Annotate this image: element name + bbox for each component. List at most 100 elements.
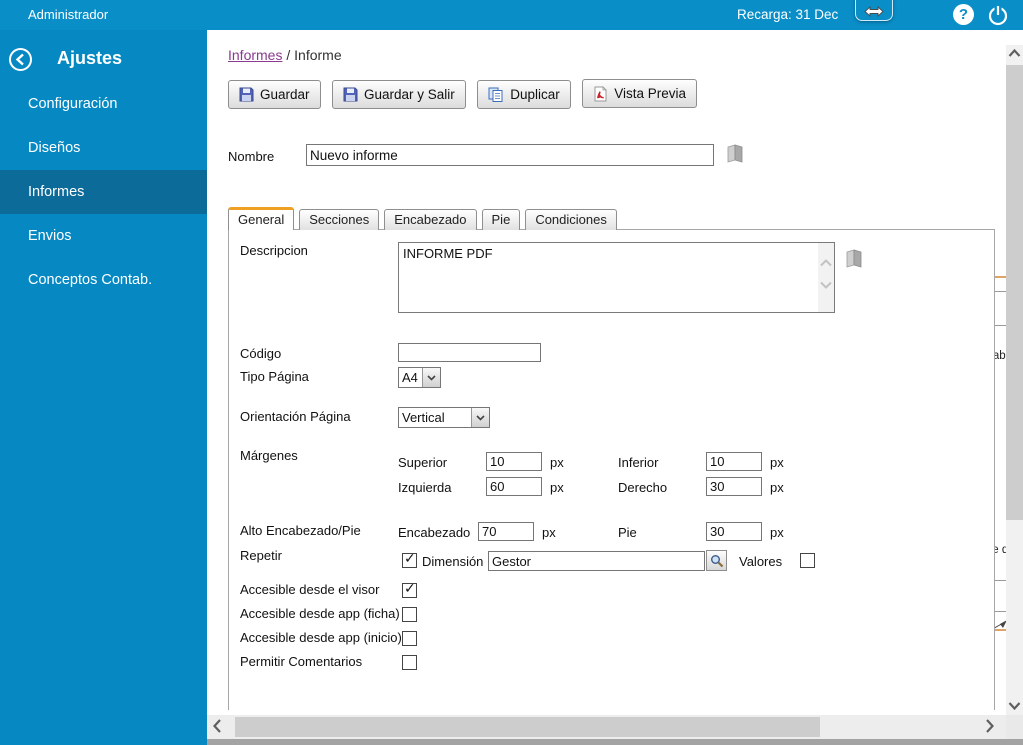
help-icon[interactable]: ? [953,4,974,25]
scroll-down-icon[interactable] [1006,697,1023,715]
chevron-down-icon [422,368,440,387]
pdf-icon [594,85,608,101]
margin-left-input[interactable] [486,477,542,496]
accessible-app-inicio-checkbox[interactable] [402,631,417,646]
tab-panel-general: Descripcion INFORME PDF Código Tipo Pági… [228,229,995,710]
vertical-scrollbar-thumb[interactable] [1006,65,1023,520]
scroll-left-icon[interactable] [213,718,222,734]
preview-button[interactable]: Vista Previa [582,79,698,108]
allow-comments-checkbox[interactable] [402,655,417,670]
sidebar: Ajustes Configuración Diseños Informes E… [0,30,207,745]
sidebar-item-conceptos-contab[interactable]: Conceptos Contab. [0,258,207,302]
breadcrumb-parent-link[interactable]: Informes [228,47,282,63]
header-footer-height-label: Alto Encabezado/Pie [240,523,361,538]
margin-right-input[interactable] [706,477,762,496]
tab-encabezado[interactable]: Encabezado [384,209,477,230]
duplicate-button[interactable]: Duplicar [477,79,571,109]
page-orientation-label: Orientación Página [240,409,351,424]
tab-pie[interactable]: Pie [481,209,521,230]
chevron-down-icon[interactable] [820,281,832,289]
horizontal-scrollbar[interactable] [207,715,1006,739]
tab-general[interactable]: General [228,207,295,230]
repeat-checkbox[interactable] [402,551,417,568]
margin-top-unit: px [550,455,564,470]
dimension-input[interactable] [488,551,705,571]
dimension-search-button[interactable] [706,550,727,571]
accessible-app-inicio-label: Accesible desde app (inicio) [240,630,402,645]
page-orientation-select[interactable]: Vertical [398,407,490,428]
tab-condiciones[interactable]: Condiciones [525,209,617,230]
footer-height-unit: px [770,525,784,540]
allow-comments-label: Permitir Comentarios [240,654,363,669]
save-and-exit-button[interactable]: Guardar y Salir [331,79,466,109]
translate-book-icon[interactable] [843,247,865,269]
sidebar-item-configuracion[interactable]: Configuración [0,82,207,126]
chevron-up-icon[interactable] [820,259,832,267]
breadcrumb: Informes / Informe [228,47,342,63]
tab-bar: General Secciones Encabezado Pie Condici… [228,207,617,230]
save-icon [239,87,254,101]
values-label: Valores [739,554,783,569]
scrollbar-corner [1006,715,1023,739]
accessible-app-ficha-checkbox[interactable] [402,607,417,622]
breadcrumb-separator: / [286,47,291,63]
margin-right-unit: px [770,480,784,495]
save-button[interactable]: Guardar [228,79,321,109]
scroll-right-icon[interactable] [985,718,994,734]
save-button-label: Guardar [260,86,310,102]
horizontal-scrollbar-thumb[interactable] [235,717,820,737]
power-icon[interactable] [986,3,1010,27]
accessible-viewer-label: Accesible desde el visor [240,582,380,597]
main-content: Informes / Informe Guardar Guardar y Sal… [207,30,1006,715]
margin-top-input[interactable] [486,452,542,471]
header-height-input[interactable] [478,522,534,541]
translate-book-icon[interactable] [724,142,746,164]
code-input[interactable] [398,343,541,362]
sidebar-title: Ajustes [57,48,123,68]
resize-horizontal-button[interactable] [855,0,893,21]
tab-secciones[interactable]: Secciones [299,209,380,230]
bottom-edge-strip [207,739,1023,745]
breadcrumb-current: Informe [294,47,342,63]
description-value: INFORME PDF [403,246,493,261]
topbar: Administrador Recarga: 31 Dec ? [0,0,1023,30]
page-orientation-value: Vertical [402,410,445,425]
duplicate-icon [488,87,503,102]
description-textarea[interactable]: INFORME PDF [398,242,835,313]
margin-top-label: Superior [398,455,448,470]
page-type-select[interactable]: A4 [398,367,441,388]
values-checkbox[interactable] [800,553,815,568]
footer-height-input[interactable] [706,522,762,541]
description-label: Descripcion [240,243,308,258]
description-scrollbar[interactable] [818,243,834,312]
code-label: Código [240,346,282,361]
double-arrow-icon [864,6,884,17]
margin-bottom-label: Inferior [618,455,659,470]
toolbar: Guardar Guardar y Salir Duplicar Vista P… [228,79,704,109]
sidebar-item-informes[interactable]: Informes [0,170,207,214]
dimension-label: Dimensión [422,554,484,569]
sidebar-nav: Configuración Diseños Informes Envios Co… [0,82,207,302]
sidebar-header: Ajustes [0,44,207,76]
current-user-label: Administrador [28,7,109,22]
margin-left-label: Izquierda [398,480,452,495]
margin-bottom-input[interactable] [706,452,762,471]
vertical-scrollbar[interactable] [1006,30,1023,715]
sidebar-item-disenos[interactable]: Diseños [0,126,207,170]
header-height-unit: px [542,525,556,540]
sidebar-item-envios[interactable]: Envios [0,214,207,258]
preview-button-label: Vista Previa [614,86,687,101]
reload-status-label: Recarga: 31 Dec [737,7,839,22]
margin-right-label: Derecho [618,480,668,495]
page-type-label: Tipo Página [240,369,309,384]
save-icon [343,87,358,101]
search-icon [710,554,723,567]
accessible-viewer-checkbox[interactable] [402,581,417,598]
accessible-app-ficha-label: Accesible desde app (ficha) [240,606,400,621]
margin-left-unit: px [550,480,564,495]
name-input[interactable] [306,144,714,166]
scrollbar-cap [1006,30,1023,45]
scroll-up-icon[interactable] [1006,45,1023,63]
back-icon[interactable] [8,47,33,72]
page-type-value: A4 [402,370,418,385]
